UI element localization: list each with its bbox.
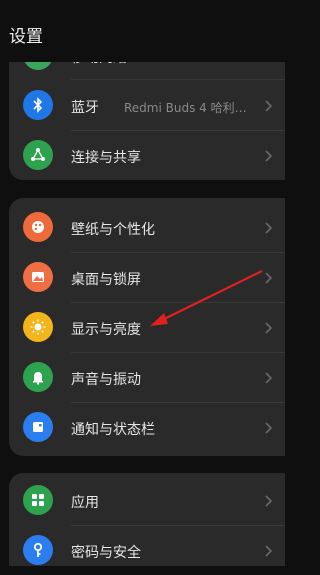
settings-item-label: 通知与状态栏 — [71, 422, 155, 438]
chevron-right-icon — [261, 98, 275, 112]
settings-item-password-security[interactable]: 密码与安全 — [9, 525, 285, 575]
settings-item-label: 应用 — [71, 495, 99, 511]
key-icon — [23, 535, 53, 565]
settings-item-label: 蓝牙 — [71, 100, 99, 116]
chevron-right-icon — [261, 420, 275, 434]
apps-icon — [23, 485, 53, 515]
settings-item-label: 声音与振动 — [71, 372, 141, 388]
image-icon — [23, 262, 53, 292]
settings-group-apps-security: 应用 密码与安全 — [9, 473, 285, 566]
chevron-right-icon — [261, 148, 275, 162]
settings-item-bluetooth[interactable]: 蓝牙 Redmi Buds 4 哈利… — [9, 80, 285, 130]
settings-item-label: 桌面与锁屏 — [71, 272, 141, 288]
settings-item-wallpaper[interactable]: 壁纸与个性化 — [9, 202, 285, 252]
settings-item-label: 连接与共享 — [71, 150, 141, 166]
header: 设置 — [0, 0, 285, 62]
chevron-right-icon — [261, 543, 275, 557]
chevron-right-icon — [261, 220, 275, 234]
page-title: 设置 — [9, 27, 43, 47]
settings-item-apps[interactable]: 应用 — [9, 475, 285, 525]
settings-item-label: 密码与安全 — [71, 545, 141, 561]
bluetooth-icon — [23, 90, 53, 120]
settings-item-sound-vibration[interactable]: 声音与振动 — [9, 352, 285, 402]
bell-icon — [23, 362, 53, 392]
share-icon — [23, 140, 53, 170]
bluetooth-device-name: Redmi Buds 4 哈利… — [124, 101, 247, 115]
chevron-right-icon — [261, 320, 275, 334]
chevron-right-icon — [261, 493, 275, 507]
settings-item-home-lock[interactable]: 桌面与锁屏 — [9, 252, 285, 302]
settings-item-notifications[interactable]: 通知与状态栏 — [9, 402, 285, 452]
chevron-right-icon — [261, 370, 275, 384]
chevron-right-icon — [261, 270, 275, 284]
settings-item-connection-sharing[interactable]: 连接与共享 — [9, 130, 285, 180]
settings-item-label: 壁纸与个性化 — [71, 222, 155, 238]
settings-item-label: 显示与亮度 — [71, 322, 141, 338]
notification-icon — [23, 412, 53, 442]
sun-icon — [23, 312, 53, 342]
settings-group-personalization: 壁纸与个性化 桌面与锁屏 显示与亮度 声音与振动 通知与状态栏 — [9, 198, 285, 456]
palette-icon — [23, 212, 53, 242]
settings-item-display-brightness[interactable]: 显示与亮度 — [9, 302, 285, 352]
